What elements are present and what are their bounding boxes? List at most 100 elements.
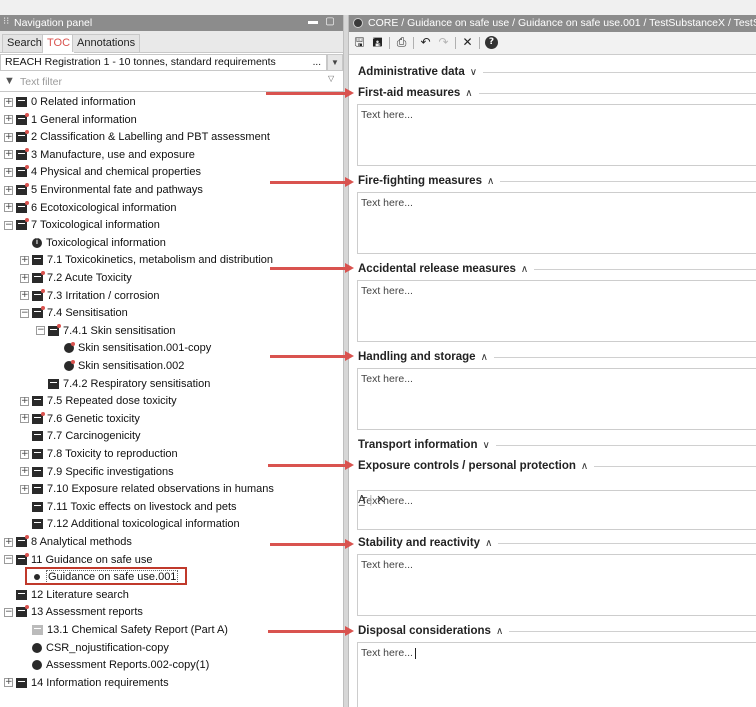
tree-node[interactable]: 7.11 Toxic effects on livestock and pets — [20, 499, 237, 515]
undo-icon[interactable]: ↶ — [419, 36, 432, 49]
expand-icon[interactable]: + — [4, 150, 13, 160]
help-icon[interactable]: ? — [485, 36, 498, 49]
expand-icon[interactable]: + — [20, 291, 29, 301]
chevron-up-icon[interactable]: ∧ — [496, 626, 503, 637]
section-textarea[interactable]: Text here... — [357, 104, 756, 166]
tree-node[interactable]: +1 General information — [4, 112, 137, 128]
tree-node[interactable]: 7.7 Carcinogenicity — [20, 428, 141, 444]
section-header[interactable]: Exposure controls / personal protection ∧ — [358, 458, 756, 474]
section-textarea[interactable]: Text here... — [357, 554, 756, 616]
tree-node[interactable]: − 7.4.1 Skin sensitisation — [36, 323, 176, 339]
tab-search[interactable]: Search — [2, 34, 47, 52]
section-header[interactable]: Handling and storage ∧ — [358, 349, 756, 365]
select-dropdown-icon[interactable]: ▼ — [327, 54, 343, 71]
chevron-up-icon[interactable]: ∧ — [481, 352, 488, 363]
tree-node[interactable]: +7.3 Irritation / corrosion — [20, 288, 160, 304]
expand-icon[interactable]: + — [4, 203, 13, 213]
expand-icon[interactable]: + — [4, 97, 13, 107]
expand-icon[interactable]: + — [4, 537, 13, 547]
section-header[interactable]: Stability and reactivity ∧ — [358, 535, 756, 551]
tree-node[interactable]: +6 Ecotoxicological information — [4, 200, 177, 216]
tree-node[interactable]: 7.12 Additional toxicological informatio… — [20, 516, 240, 532]
tree-node[interactable]: +7.6 Genetic toxicity — [20, 411, 140, 427]
tree-node[interactable]: +7.2 Acute Toxicity — [20, 270, 132, 286]
collapse-icon[interactable]: − — [4, 555, 13, 565]
tree-node[interactable]: − 7.4 Sensitisation — [20, 305, 128, 321]
save-as-icon[interactable]: 🖪 — [371, 36, 384, 49]
expand-icon[interactable]: + — [4, 185, 13, 195]
expand-icon[interactable]: + — [20, 396, 29, 406]
expand-icon[interactable]: + — [20, 484, 29, 494]
redo-icon[interactable]: ↷ — [437, 36, 450, 49]
tree-node[interactable]: Skin sensitisation.002 — [52, 358, 184, 374]
section-header[interactable]: Accidental release measures ∧ — [358, 261, 756, 277]
chevron-up-icon[interactable]: ∧ — [581, 461, 588, 472]
collapse-icon[interactable]: − — [4, 220, 13, 230]
tree-node[interactable]: +2 Classification & Labelling and PBT as… — [4, 129, 270, 145]
text-filter-input[interactable] — [20, 74, 320, 89]
section-textarea[interactable]: Text here... — [357, 642, 756, 707]
filter-toggle-icon[interactable]: ▽ — [328, 74, 334, 83]
chevron-up-icon[interactable]: ∧ — [521, 264, 528, 275]
section-header[interactable]: First-aid measures ∧ — [358, 85, 756, 101]
tree-node[interactable]: +7.10 Exposure related observations in h… — [20, 481, 274, 497]
expand-icon[interactable]: + — [20, 467, 29, 477]
minimize-icon[interactable]: ▬ — [308, 17, 318, 27]
chevron-up-icon[interactable]: ∧ — [485, 538, 492, 549]
section-textarea[interactable]: Text here... — [357, 368, 756, 430]
tree-node[interactable]: +0 Related information — [4, 94, 136, 110]
expand-icon[interactable]: + — [20, 414, 29, 424]
expand-icon[interactable]: + — [4, 167, 13, 177]
expand-icon[interactable]: + — [4, 115, 13, 125]
chevron-down-icon[interactable]: ∨ — [482, 440, 489, 451]
tab-annotations[interactable]: Annotations — [72, 34, 141, 52]
chevron-up-icon[interactable]: ∧ — [487, 176, 494, 187]
print-icon[interactable]: ⎙ — [395, 36, 408, 49]
expand-icon[interactable]: + — [20, 255, 29, 265]
collapse-icon[interactable]: − — [36, 326, 45, 336]
tree-node[interactable]: Skin sensitisation.001-copy — [52, 340, 211, 356]
template-select[interactable]: REACH Registration 1 - 10 tonnes, standa… — [0, 54, 327, 71]
expand-icon[interactable]: + — [20, 449, 29, 459]
save-icon[interactable]: 🖫 — [353, 36, 366, 49]
drag-grip-icon[interactable]: ⁝⁝ — [3, 16, 9, 27]
collapse-icon[interactable]: − — [4, 607, 13, 617]
tree-node[interactable]: − 11 Guidance on safe use — [4, 552, 153, 568]
chevron-up-icon[interactable]: ∧ — [465, 88, 472, 99]
tree-node[interactable]: 7.4.2 Respiratory sensitisation — [36, 376, 210, 392]
delete-icon[interactable]: ✕ — [461, 36, 474, 49]
tree-node[interactable]: +5 Environmental fate and pathways — [4, 182, 203, 198]
tree-node[interactable]: +7.1 Toxicokinetics, metabolism and dist… — [20, 252, 273, 268]
tree-node[interactable]: 13.1 Chemical Safety Report (Part A) — [20, 622, 228, 638]
tree-node[interactable]: i Toxicological information — [20, 235, 166, 251]
expand-icon[interactable]: + — [4, 678, 13, 688]
section-textarea[interactable]: Text here... — [357, 490, 756, 530]
tree-node[interactable]: +8 Analytical methods — [4, 534, 132, 550]
expand-icon[interactable]: + — [20, 273, 29, 283]
section-textarea[interactable]: Text here... — [357, 192, 756, 254]
tab-toc[interactable]: TOC — [42, 34, 76, 53]
tree-node[interactable]: CSR_nojustification-copy — [20, 640, 169, 656]
section-header[interactable]: Transport information ∨ — [358, 437, 756, 453]
maximize-icon[interactable]: ▢ — [325, 17, 335, 27]
section-header[interactable]: Disposal considerations ∧ — [358, 623, 756, 639]
chevron-down-icon[interactable]: ∨ — [470, 67, 477, 78]
text-format-icon[interactable]: A̲ — [358, 493, 366, 506]
tree-node[interactable]: +3 Manufacture, use and exposure — [4, 147, 195, 163]
tree-node[interactable]: +4 Physical and chemical properties — [4, 164, 201, 180]
collapse-icon[interactable]: − — [20, 308, 29, 318]
section-textarea[interactable]: Text here... — [357, 280, 756, 342]
tree-node[interactable]: +7.9 Specific investigations — [20, 464, 174, 480]
template-more-button[interactable]: ... — [313, 55, 321, 70]
tree-node[interactable]: − 7 Toxicological information — [4, 217, 160, 233]
section-header[interactable]: Administrative data ∨ — [358, 64, 756, 80]
tree-node[interactable]: +7.8 Toxicity to reproduction — [20, 446, 178, 462]
section-header[interactable]: Fire-fighting measures ∧ — [358, 173, 756, 189]
clear-format-icon[interactable]: ✕ — [376, 493, 385, 506]
tree-node[interactable]: +7.5 Repeated dose toxicity — [20, 393, 177, 409]
tree-node[interactable]: +14 Information requirements — [4, 675, 169, 691]
expand-icon[interactable]: + — [4, 132, 13, 142]
tree-node[interactable]: − 13 Assessment reports — [4, 604, 143, 620]
tree-node[interactable]: 12 Literature search — [4, 587, 129, 603]
tree-node[interactable]: Assessment Reports.002-copy(1) — [20, 657, 209, 673]
